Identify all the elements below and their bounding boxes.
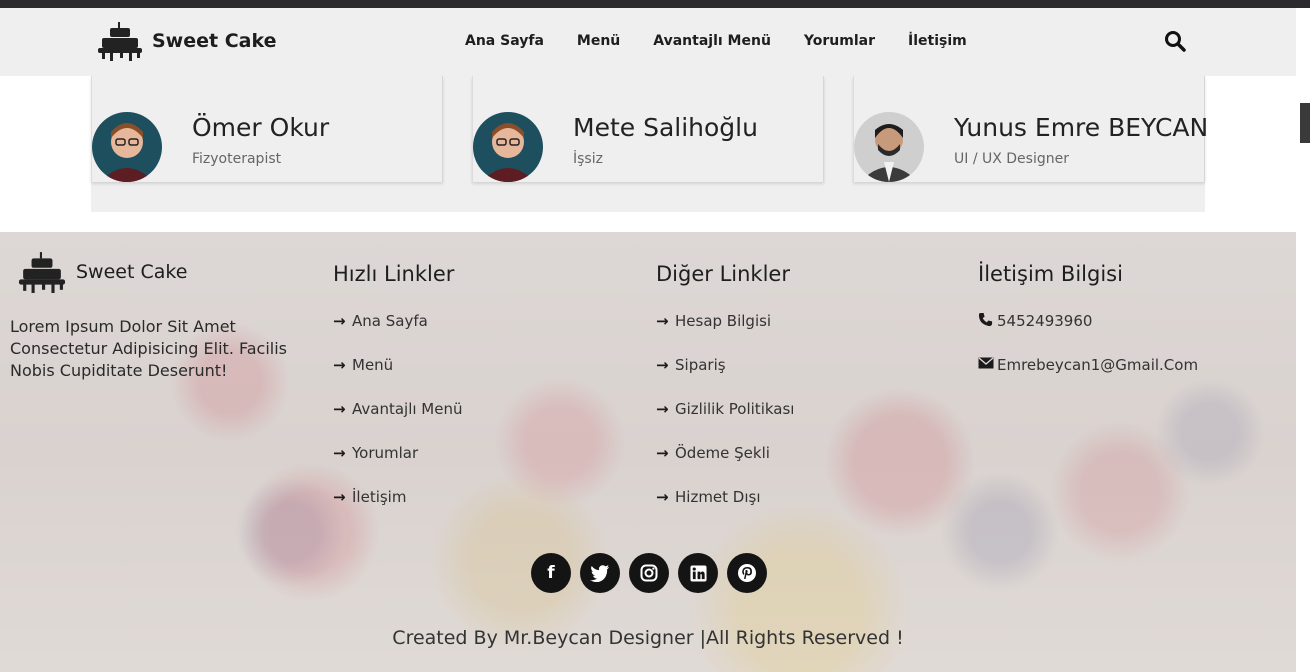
instagram-icon[interactable] [629,553,669,593]
avatar [854,112,924,182]
footer-brand[interactable]: Sweet Cake [16,250,187,294]
footer-about-text: Lorem Ipsum Dolor Sit Amet Consectetur A… [10,317,287,380]
site-footer: Sweet Cake Lorem Ipsum Dolor Sit Amet Co… [0,232,1296,672]
footer-link[interactable]: → Menü [333,356,463,400]
facebook-icon[interactable]: f [531,553,571,593]
team-card: Ömer Okur Fizyoterapist [91,76,443,182]
footer-link[interactable]: → Gizlilik Politikası [656,400,794,444]
contact-column: İletişim Bilgisi 5452493960 Emrebeycan1@… [978,262,1198,400]
linkedin-icon[interactable] [678,553,718,593]
envelope-icon [978,356,994,374]
quick-links-title: Hızlı Linkler [333,262,455,286]
team-member-name: Mete Salihoğlu [573,113,758,142]
nav-yorumlar[interactable]: Yorumlar [804,33,875,49]
footer-link[interactable]: → Hesap Bilgisi [656,312,794,356]
footer-link[interactable]: → Sipariş [656,356,794,400]
pinterest-icon[interactable] [727,553,767,593]
phone-icon [978,312,993,331]
arrow-right-icon: → [333,400,346,418]
footer-link[interactable]: → Hizmet Dışı [656,488,794,532]
copyright-credit: Created By Mr.Beycan Designer |All Right… [392,627,904,649]
arrow-right-icon: → [333,312,346,330]
search-icon [1165,31,1186,52]
search-button[interactable] [1164,30,1186,52]
arrow-right-icon: → [333,356,346,374]
team-member-role: Fizyoterapist [192,151,282,167]
main-nav: Ana Sayfa Menü Avantajlı Menü Yorumlar İ… [465,33,967,49]
avatar [92,112,162,182]
contact-email[interactable]: Emrebeycan1@Gmail.Com [978,356,1198,400]
nav-ana-sayfa[interactable]: Ana Sayfa [465,33,544,49]
site-header: Sweet Cake Ana Sayfa Menü Avantajlı Menü… [0,8,1296,76]
arrow-right-icon: → [656,356,669,374]
quick-links-column: Hızlı Linkler → Ana Sayfa → Menü → Avantajl… [333,262,463,532]
arrow-right-icon: → [656,312,669,330]
other-links-title: Diğer Linkler [656,262,790,286]
nav-avantajli-menu[interactable]: Avantajlı Menü [653,33,771,49]
footer-brand-name: Sweet Cake [76,261,188,283]
footer-link[interactable]: → Ana Sayfa [333,312,463,356]
footer-link[interactable]: → Yorumlar [333,444,463,488]
contact-title: İletişim Bilgisi [978,262,1123,286]
arrow-right-icon: → [333,488,346,506]
scrollbar-track[interactable] [1296,8,1310,672]
brand-logo-link[interactable]: Sweet Cake [96,20,276,62]
team-member-role: İşsiz [573,151,603,167]
footer-link[interactable]: → Ödeme Şekli [656,444,794,488]
brand-name: Sweet Cake [152,30,277,52]
arrow-right-icon: → [656,444,669,462]
team-member-name: Ömer Okur [192,113,330,142]
nav-menu[interactable]: Menü [577,33,620,49]
contact-phone[interactable]: 5452493960 [978,312,1198,356]
twitter-icon[interactable] [580,553,620,593]
scrollbar-thumb[interactable] [1300,103,1310,143]
nav-iletisim[interactable]: İletişim [908,33,967,49]
other-links-column: Diğer Linkler → Hesap Bilgisi → Sipariş → G… [656,262,794,532]
team-member-name: Yunus Emre BEYCAN [954,113,1209,142]
arrow-right-icon: → [656,488,669,506]
team-card: Yunus Emre BEYCAN UI / UX Designer [853,76,1209,182]
cake-logo-icon [18,252,66,293]
arrow-right-icon: → [656,400,669,418]
avatar [473,112,543,182]
browser-top-strip [0,0,1310,8]
team-member-role: UI / UX Designer [954,151,1069,167]
cake-logo-icon [98,22,142,61]
footer-link[interactable]: → Avantajlı Menü [333,400,463,444]
arrow-right-icon: → [333,444,346,462]
team-card: Mete Salihoğlu İşsiz [472,76,824,182]
social-links: f [531,553,767,593]
footer-link[interactable]: → İletişim [333,488,463,532]
